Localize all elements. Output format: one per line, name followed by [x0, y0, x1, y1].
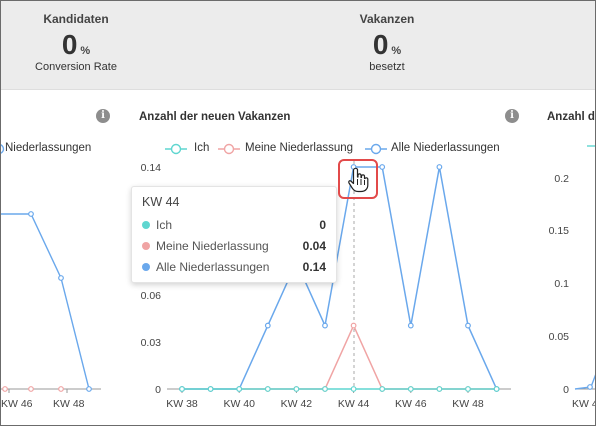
data-point[interactable]	[179, 386, 185, 392]
left-series-point[interactable]	[58, 275, 64, 281]
y-tick-label: 0.2	[554, 173, 569, 185]
left-series-line-alle	[1, 213, 90, 390]
hand-cursor-icon	[348, 167, 369, 193]
x-tick-label: KW 46	[395, 398, 427, 410]
left-series-point[interactable]	[86, 386, 92, 392]
series-dot-icon	[142, 221, 150, 229]
data-point[interactable]	[350, 386, 357, 392]
x-tick-label: KW 40	[223, 398, 255, 410]
data-point[interactable]	[293, 386, 300, 392]
tooltip-title: KW 44	[142, 195, 180, 209]
left-series-point[interactable]	[2, 386, 8, 392]
right-x-tick-label: KW 46	[572, 398, 596, 410]
left-series-point[interactable]	[28, 211, 34, 217]
y-tick-label: 0.05	[549, 331, 570, 343]
left-chart: KW 46 KW 48	[1, 211, 101, 410]
data-point[interactable]	[436, 164, 443, 170]
tooltip-row-name: Alle Niederlassungen	[156, 260, 270, 274]
data-point[interactable]	[264, 322, 271, 329]
left-x-tick-label: KW 48	[53, 398, 85, 410]
right-series-point[interactable]	[587, 384, 593, 390]
data-point[interactable]	[379, 164, 386, 170]
data-point[interactable]	[493, 386, 500, 392]
data-point[interactable]	[207, 386, 214, 392]
data-point[interactable]	[379, 386, 386, 392]
y-tick-label: 0.1	[554, 278, 569, 290]
legend-marker-circle	[1, 144, 5, 154]
data-point[interactable]	[350, 322, 357, 329]
tooltip-row-name: Meine Niederlassung	[156, 239, 269, 253]
series-dot-icon	[142, 242, 150, 250]
left-series-point[interactable]	[28, 386, 34, 392]
x-tick-label: KW 44	[338, 398, 370, 410]
y-tick-label: 0	[155, 384, 161, 396]
right-series-line	[574, 374, 595, 390]
y-tick-label: 0.03	[141, 337, 162, 349]
tooltip-row-meine: Meine Niederlassung 0.04	[142, 237, 326, 255]
data-point[interactable]	[236, 386, 243, 392]
legend-marker-circle	[170, 143, 182, 155]
legend-marker-circle	[370, 143, 382, 155]
x-tick-label: KW 42	[281, 398, 313, 410]
x-tick-label: KW 48	[452, 398, 484, 410]
series-dot-icon	[142, 263, 150, 271]
tooltip-row-ich: Ich 0	[142, 216, 326, 234]
data-point[interactable]	[407, 322, 414, 329]
tooltip-row-name: Ich	[156, 218, 173, 232]
tooltip-row-value: 0.04	[302, 239, 326, 253]
data-point[interactable]	[436, 386, 443, 392]
y-tick-label: 0.15	[549, 225, 570, 237]
y-tick-label: 0.06	[141, 290, 162, 302]
tooltip-row-value: 0	[319, 218, 326, 232]
data-point[interactable]	[465, 386, 471, 392]
series-line-meine-niederlassung	[182, 323, 497, 390]
data-point[interactable]	[407, 386, 414, 392]
legend-marker-circle	[223, 143, 235, 155]
data-point[interactable]	[322, 386, 328, 392]
data-point[interactable]	[465, 322, 471, 329]
tooltip-row-alle: Alle Niederlassungen 0.14	[142, 258, 326, 276]
dashboard-window: Kandidaten 0% Conversion Rate Vakanzen 0…	[0, 0, 596, 426]
left-x-tick-label: KW 46	[1, 398, 33, 410]
data-point[interactable]	[264, 386, 271, 392]
left-series-point[interactable]	[58, 386, 64, 392]
y-tick-label: 0	[563, 384, 569, 396]
x-tick-label: KW 38	[166, 398, 198, 410]
data-point[interactable]	[322, 322, 328, 329]
tooltip-row-value: 0.14	[302, 260, 326, 274]
chart-tooltip: KW 44 Ich 0 Meine Niederlassung 0.04 All…	[131, 186, 337, 283]
right-chart: 0.2 0.15 0.1 0.05 0 KW 46	[549, 145, 596, 410]
y-tick-label: 0.14	[141, 162, 162, 174]
